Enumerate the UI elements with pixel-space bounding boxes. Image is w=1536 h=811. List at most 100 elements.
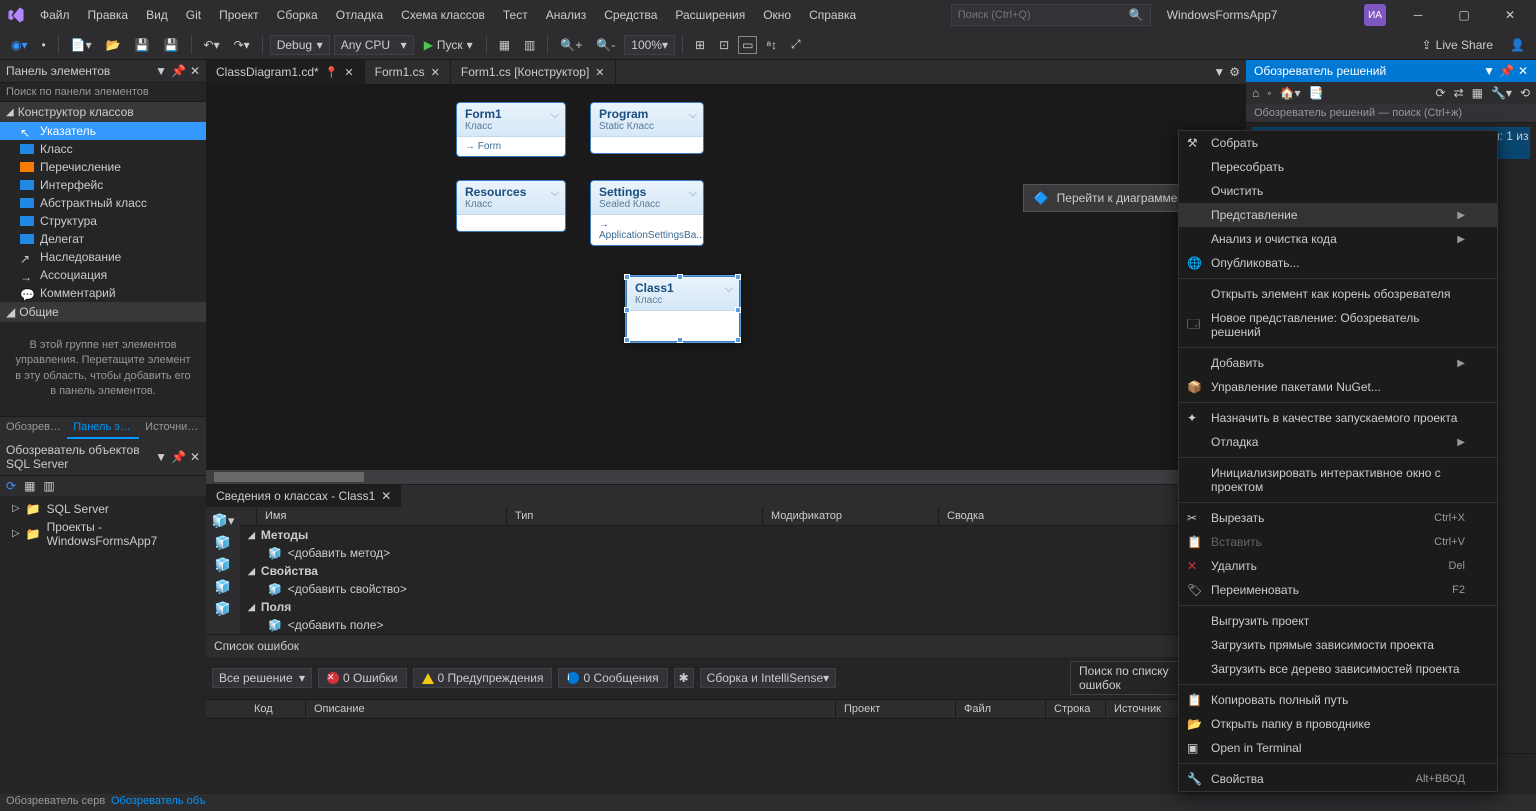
toolbox-item-3[interactable]: Интерфейс (0, 176, 206, 194)
tree-section-common[interactable]: ◢Общие (0, 302, 206, 322)
back-button[interactable]: ◉▾ (6, 35, 33, 55)
menu-справка[interactable]: Справка (801, 4, 864, 26)
se-back-icon[interactable]: ◦ (1267, 86, 1271, 100)
account-icon[interactable]: 👤 (1505, 35, 1530, 55)
bottom-tab-1[interactable]: Обозреватель серв... (0, 794, 105, 811)
global-search[interactable]: 🔍 (951, 4, 1151, 26)
class-box-settings[interactable]: SettingsSealed Класс⌵→ ApplicationSettin… (590, 180, 704, 246)
menu-сборка[interactable]: Сборка (269, 4, 326, 26)
class-diagram-canvas[interactable]: 🔷 Перейти к диаграмме классов Form1Класс… (206, 84, 1246, 470)
sql-item-1[interactable]: ▷📁Проекты - WindowsFormsApp7 (4, 518, 202, 550)
cd-category[interactable]: ◢Поля (240, 598, 1246, 616)
messages-filter[interactable]: i0 Сообщения (558, 668, 667, 688)
context-menu-item-28[interactable]: 📂Открыть папку в проводнике (1179, 712, 1497, 736)
context-menu-item-24[interactable]: Загрузить прямые зависимости проекта (1179, 633, 1497, 657)
context-menu-item-16[interactable]: Инициализировать интерактивное окно с пр… (1179, 461, 1497, 499)
run-button[interactable]: ▶Пуск▾ (418, 35, 479, 55)
horizontal-scrollbar[interactable] (206, 470, 1246, 484)
new-item-button[interactable]: 📄▾ (66, 35, 97, 55)
toolbox-search[interactable]: Поиск по панели элементов (0, 83, 206, 102)
toolbox-item-2[interactable]: Перечисление (0, 158, 206, 176)
menu-схема классов[interactable]: Схема классов (393, 4, 493, 26)
close-tab-icon[interactable]: ✕ (431, 66, 440, 79)
context-menu-item-29[interactable]: ▣Open in Terminal (1179, 736, 1497, 760)
cd-add-row[interactable]: 🧊<добавить поле> (240, 616, 1246, 634)
se-show-icon[interactable]: ▦ (1472, 86, 1483, 100)
context-menu-item-31[interactable]: 🔧СвойстваAlt+ВВОД (1179, 767, 1497, 791)
context-menu-item-23[interactable]: Выгрузить проект (1179, 609, 1497, 633)
menu-анализ[interactable]: Анализ (538, 4, 595, 26)
se-home-icon[interactable]: ⌂ (1252, 86, 1259, 100)
menu-средства[interactable]: Средства (596, 4, 665, 26)
toolbox-item-4[interactable]: Абстрактный класс (0, 194, 206, 212)
cd-category[interactable]: ◢Методы (240, 526, 1246, 544)
pin-icon[interactable]: 📍 (325, 66, 339, 79)
context-menu-item-8[interactable]: 🗔Новое представление: Обозреватель решен… (1179, 306, 1497, 344)
se-more-icon[interactable]: ⟲ (1520, 86, 1530, 100)
search-input[interactable] (958, 9, 1123, 21)
cd-icon-3[interactable]: 🧊 (215, 557, 231, 573)
cd-add-row[interactable]: 🧊<добавить метод> (240, 544, 1246, 562)
class-box-resources[interactable]: ResourcesКласс⌵ (456, 180, 566, 232)
error-scope-combo[interactable]: Все решение▾ (212, 668, 312, 688)
close-button[interactable]: ✕ (1488, 1, 1532, 29)
solution-search[interactable]: Обозреватель решений — поиск (Ctrl+ж) (1246, 104, 1536, 123)
context-menu-item-18[interactable]: ✂ВырезатьCtrl+X (1179, 506, 1497, 530)
errors-filter[interactable]: ✕0 Ошибки (318, 668, 407, 688)
toolbox-item-0[interactable]: ↖Указатель (0, 122, 206, 140)
menu-расширения[interactable]: Расширения (667, 4, 753, 26)
context-menu-item-21[interactable]: 🏷ПереименоватьF2 (1179, 578, 1497, 602)
toolbox-item-8[interactable]: →Ассоциация (0, 266, 206, 284)
menu-git[interactable]: Git (178, 4, 209, 26)
config-combo[interactable]: Debug▾ (270, 35, 330, 55)
pin-icon[interactable]: 📌 (171, 64, 186, 78)
context-menu-item-11[interactable]: 📦Управление пакетами NuGet... (1179, 375, 1497, 399)
doc-tab-2[interactable]: Form1.cs [Конструктор]✕ (451, 60, 616, 84)
context-menu-item-20[interactable]: ✕УдалитьDel (1179, 554, 1497, 578)
live-share-button[interactable]: ⇪Live Share (1414, 35, 1501, 55)
close-tab-icon[interactable]: ✕ (344, 66, 353, 79)
context-menu-item-2[interactable]: Очистить (1179, 179, 1497, 203)
sql-icon-2[interactable]: ▦ (24, 479, 35, 493)
undo-button[interactable]: ↶▾ (199, 35, 225, 55)
left-tab-0[interactable]: Обозреват... (0, 417, 67, 439)
tb-icon-1[interactable]: ▦ (494, 35, 515, 55)
zoom-combo[interactable]: 100%▾ (624, 35, 675, 55)
left-tab-1[interactable]: Панель эле... (67, 417, 139, 439)
cd-category[interactable]: ◢Свойства (240, 562, 1246, 580)
menu-правка[interactable]: Правка (80, 4, 137, 26)
context-menu-item-5[interactable]: 🌐Опубликовать... (1179, 251, 1497, 275)
class-box-class1[interactable]: Class1Класс⌵ (626, 276, 740, 342)
cd-icon-2[interactable]: 🧊 (215, 535, 231, 551)
tb-icon-2[interactable]: ▥ (519, 35, 540, 55)
context-menu-item-14[interactable]: Отладка▶ (1179, 430, 1497, 454)
menu-файл[interactable]: Файл (32, 4, 78, 26)
close-panel-icon[interactable]: ✕ (190, 64, 200, 78)
mode-icon[interactable]: ᵃ↕ (761, 35, 781, 55)
se-refresh-icon[interactable]: ⟳ (1436, 86, 1446, 100)
toolbox-item-1[interactable]: Класс (0, 140, 206, 158)
save-all-button[interactable]: 💾 (159, 35, 184, 55)
menu-проект[interactable]: Проект (211, 4, 267, 26)
save-button[interactable]: 💾 (130, 35, 155, 55)
menu-тест[interactable]: Тест (495, 4, 536, 26)
context-menu-item-3[interactable]: Представление▶ (1179, 203, 1497, 227)
grid-icon[interactable]: ⊞ (690, 35, 710, 55)
cd-icon-5[interactable]: 🧊 (215, 601, 231, 617)
cd-icon-4[interactable]: 🧊 (215, 579, 231, 595)
sql-item-0[interactable]: ▷📁SQL Server (4, 500, 202, 518)
left-tab-2[interactable]: Источники... (139, 417, 206, 439)
platform-combo[interactable]: Any CPU▾ (334, 35, 414, 55)
doc-tab-1[interactable]: Form1.cs✕ (365, 60, 451, 84)
context-menu-item-13[interactable]: ✦Назначить в качестве запускаемого проек… (1179, 406, 1497, 430)
cd-icon-1[interactable]: 🧊▾ (212, 513, 235, 529)
se-props-icon[interactable]: 🔧▾ (1491, 86, 1512, 100)
context-menu-item-27[interactable]: 📋Копировать полный путь (1179, 688, 1497, 712)
minimize-button[interactable]: ─ (1396, 1, 1440, 29)
maximize-button[interactable]: ▢ (1442, 1, 1486, 29)
fit-icon[interactable]: ⤢ (786, 34, 806, 55)
toolbox-item-7[interactable]: ↗Наследование (0, 248, 206, 266)
tab-dropdown-icon[interactable]: ▼ (1213, 65, 1225, 79)
close-tab-icon[interactable]: ✕ (595, 66, 604, 79)
se-sync-icon[interactable]: 📑 (1308, 86, 1323, 100)
